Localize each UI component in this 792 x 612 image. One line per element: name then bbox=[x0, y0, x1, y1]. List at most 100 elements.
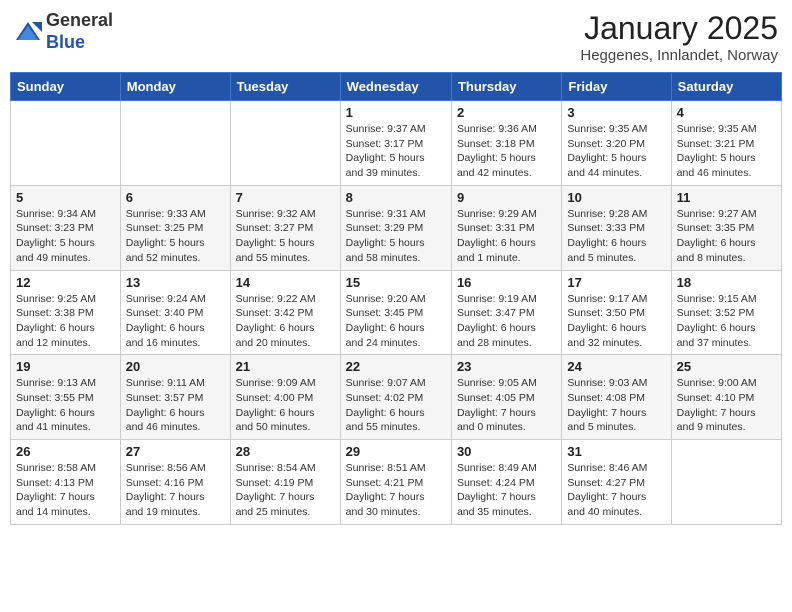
calendar-week-4: 19 Sunrise: 9:13 AM Sunset: 3:55 PM Dayli… bbox=[11, 355, 782, 440]
day-number: 21 bbox=[236, 359, 335, 374]
day-info: Sunrise: 9:34 AM Sunset: 3:23 PM Dayligh… bbox=[16, 207, 115, 266]
day-info: Sunrise: 9:29 AM Sunset: 3:31 PM Dayligh… bbox=[457, 207, 556, 266]
day-info: Sunrise: 9:28 AM Sunset: 3:33 PM Dayligh… bbox=[567, 207, 665, 266]
day-number: 22 bbox=[346, 359, 446, 374]
calendar-week-5: 26 Sunrise: 8:58 AM Sunset: 4:13 PM Dayli… bbox=[11, 440, 782, 525]
weekday-header-sunday: Sunday bbox=[11, 73, 121, 101]
day-info: Sunrise: 8:49 AM Sunset: 4:24 PM Dayligh… bbox=[457, 461, 556, 520]
day-number: 24 bbox=[567, 359, 665, 374]
day-info: Sunrise: 9:37 AM Sunset: 3:17 PM Dayligh… bbox=[346, 122, 446, 181]
logo-text: General Blue bbox=[46, 10, 113, 53]
day-info: Sunrise: 9:17 AM Sunset: 3:50 PM Dayligh… bbox=[567, 292, 665, 351]
calendar-cell: 6Sunrise: 9:33 AM Sunset: 3:25 PM Daylig… bbox=[120, 185, 230, 270]
calendar-cell: 7 Sunrise: 9:32 AM Sunset: 3:27 PM Daylig… bbox=[230, 185, 340, 270]
calendar-cell bbox=[671, 440, 781, 525]
day-number: 29 bbox=[346, 444, 446, 459]
day-number: 28 bbox=[236, 444, 335, 459]
day-number: 16 bbox=[457, 275, 556, 290]
calendar-week-2: 5 Sunrise: 9:34 AM Sunset: 3:23 PM Daylig… bbox=[11, 185, 782, 270]
day-info: Sunrise: 9:00 AM Sunset: 4:10 PM Dayligh… bbox=[677, 376, 776, 435]
day-info: Sunrise: 9:36 AM Sunset: 3:18 PM Dayligh… bbox=[457, 122, 556, 181]
day-number: 18 bbox=[677, 275, 776, 290]
calendar-cell: 19 Sunrise: 9:13 AM Sunset: 3:55 PM Dayli… bbox=[11, 355, 121, 440]
calendar-cell: 5 Sunrise: 9:34 AM Sunset: 3:23 PM Daylig… bbox=[11, 185, 121, 270]
day-number: 3 bbox=[567, 105, 665, 120]
day-number: 7 bbox=[236, 190, 335, 205]
calendar-cell: 4 Sunrise: 9:35 AM Sunset: 3:21 PM Daylig… bbox=[671, 101, 781, 186]
calendar-cell: 14 Sunrise: 9:22 AM Sunset: 3:42 PM Dayli… bbox=[230, 270, 340, 355]
day-number: 25 bbox=[677, 359, 776, 374]
calendar-cell: 2 Sunrise: 9:36 AM Sunset: 3:18 PM Daylig… bbox=[451, 101, 561, 186]
day-number: 20 bbox=[126, 359, 225, 374]
calendar-cell bbox=[11, 101, 121, 186]
calendar-cell: 21 Sunrise: 9:09 AM Sunset: 4:00 PM Dayli… bbox=[230, 355, 340, 440]
day-info: Sunrise: 9:09 AM Sunset: 4:00 PM Dayligh… bbox=[236, 376, 335, 435]
calendar-cell: 11 Sunrise: 9:27 AM Sunset: 3:35 PM Dayli… bbox=[671, 185, 781, 270]
calendar-cell: 27 Sunrise: 8:56 AM Sunset: 4:16 PM Dayli… bbox=[120, 440, 230, 525]
calendar-cell: 28 Sunrise: 8:54 AM Sunset: 4:19 PM Dayli… bbox=[230, 440, 340, 525]
day-info: Sunrise: 8:56 AM Sunset: 4:16 PM Dayligh… bbox=[126, 461, 225, 520]
calendar-cell: 22 Sunrise: 9:07 AM Sunset: 4:02 PM Dayli… bbox=[340, 355, 451, 440]
calendar-cell: 18 Sunrise: 9:15 AM Sunset: 3:52 PM Dayli… bbox=[671, 270, 781, 355]
weekday-header-thursday: Thursday bbox=[451, 73, 561, 101]
logo-blue-text: Blue bbox=[46, 32, 113, 54]
day-info: Sunrise: 9:27 AM Sunset: 3:35 PM Dayligh… bbox=[677, 207, 776, 266]
day-info: Sunrise: 9:22 AM Sunset: 3:42 PM Dayligh… bbox=[236, 292, 335, 351]
calendar-cell: 29Sunrise: 8:51 AM Sunset: 4:21 PM Dayli… bbox=[340, 440, 451, 525]
day-number: 26 bbox=[16, 444, 115, 459]
calendar-cell: 25 Sunrise: 9:00 AM Sunset: 4:10 PM Dayli… bbox=[671, 355, 781, 440]
day-info: Sunrise: 9:11 AM Sunset: 3:57 PM Dayligh… bbox=[126, 376, 225, 435]
day-number: 19 bbox=[16, 359, 115, 374]
calendar-table: SundayMondayTuesdayWednesdayThursdayFrid… bbox=[10, 72, 782, 525]
day-info: Sunrise: 9:35 AM Sunset: 3:20 PM Dayligh… bbox=[567, 122, 665, 181]
day-number: 8 bbox=[346, 190, 446, 205]
day-number: 27 bbox=[126, 444, 225, 459]
logo: General Blue bbox=[14, 10, 113, 53]
day-info: Sunrise: 9:25 AM Sunset: 3:38 PM Dayligh… bbox=[16, 292, 115, 351]
day-number: 14 bbox=[236, 275, 335, 290]
day-number: 11 bbox=[677, 190, 776, 205]
day-info: Sunrise: 8:54 AM Sunset: 4:19 PM Dayligh… bbox=[236, 461, 335, 520]
day-info: Sunrise: 9:05 AM Sunset: 4:05 PM Dayligh… bbox=[457, 376, 556, 435]
calendar-cell: 9Sunrise: 9:29 AM Sunset: 3:31 PM Daylig… bbox=[451, 185, 561, 270]
calendar-cell bbox=[120, 101, 230, 186]
day-number: 1 bbox=[346, 105, 446, 120]
calendar-cell: 1 Sunrise: 9:37 AM Sunset: 3:17 PM Daylig… bbox=[340, 101, 451, 186]
day-number: 31 bbox=[567, 444, 665, 459]
day-number: 2 bbox=[457, 105, 556, 120]
calendar-cell: 30Sunrise: 8:49 AM Sunset: 4:24 PM Dayli… bbox=[451, 440, 561, 525]
day-number: 17 bbox=[567, 275, 665, 290]
calendar-cell: 16 Sunrise: 9:19 AM Sunset: 3:47 PM Dayli… bbox=[451, 270, 561, 355]
day-info: Sunrise: 9:32 AM Sunset: 3:27 PM Dayligh… bbox=[236, 207, 335, 266]
calendar-cell: 8Sunrise: 9:31 AM Sunset: 3:29 PM Daylig… bbox=[340, 185, 451, 270]
calendar-cell: 20 Sunrise: 9:11 AM Sunset: 3:57 PM Dayli… bbox=[120, 355, 230, 440]
day-info: Sunrise: 9:03 AM Sunset: 4:08 PM Dayligh… bbox=[567, 376, 665, 435]
calendar-cell bbox=[230, 101, 340, 186]
calendar-cell: 3 Sunrise: 9:35 AM Sunset: 3:20 PM Daylig… bbox=[562, 101, 671, 186]
day-info: Sunrise: 9:13 AM Sunset: 3:55 PM Dayligh… bbox=[16, 376, 115, 435]
calendar-cell: 10Sunrise: 9:28 AM Sunset: 3:33 PM Dayli… bbox=[562, 185, 671, 270]
page-header: General Blue January 2025 Heggenes, Innl… bbox=[10, 10, 782, 64]
month-title: January 2025 bbox=[580, 10, 778, 47]
calendar-cell: 26 Sunrise: 8:58 AM Sunset: 4:13 PM Dayli… bbox=[11, 440, 121, 525]
weekday-header-friday: Friday bbox=[562, 73, 671, 101]
day-info: Sunrise: 9:35 AM Sunset: 3:21 PM Dayligh… bbox=[677, 122, 776, 181]
day-info: Sunrise: 9:19 AM Sunset: 3:47 PM Dayligh… bbox=[457, 292, 556, 351]
day-number: 4 bbox=[677, 105, 776, 120]
day-info: Sunrise: 9:15 AM Sunset: 3:52 PM Dayligh… bbox=[677, 292, 776, 351]
day-info: Sunrise: 8:58 AM Sunset: 4:13 PM Dayligh… bbox=[16, 461, 115, 520]
calendar-cell: 31Sunrise: 8:46 AM Sunset: 4:27 PM Dayli… bbox=[562, 440, 671, 525]
weekday-header-tuesday: Tuesday bbox=[230, 73, 340, 101]
day-number: 12 bbox=[16, 275, 115, 290]
calendar-cell: 23Sunrise: 9:05 AM Sunset: 4:05 PM Dayli… bbox=[451, 355, 561, 440]
day-number: 6 bbox=[126, 190, 225, 205]
day-number: 13 bbox=[126, 275, 225, 290]
calendar-cell: 24 Sunrise: 9:03 AM Sunset: 4:08 PM Dayli… bbox=[562, 355, 671, 440]
day-number: 5 bbox=[16, 190, 115, 205]
calendar-week-1: 1 Sunrise: 9:37 AM Sunset: 3:17 PM Daylig… bbox=[11, 101, 782, 186]
calendar-cell: 15Sunrise: 9:20 AM Sunset: 3:45 PM Dayli… bbox=[340, 270, 451, 355]
weekday-header-wednesday: Wednesday bbox=[340, 73, 451, 101]
day-info: Sunrise: 9:20 AM Sunset: 3:45 PM Dayligh… bbox=[346, 292, 446, 351]
day-info: Sunrise: 9:07 AM Sunset: 4:02 PM Dayligh… bbox=[346, 376, 446, 435]
day-info: Sunrise: 9:24 AM Sunset: 3:40 PM Dayligh… bbox=[126, 292, 225, 351]
